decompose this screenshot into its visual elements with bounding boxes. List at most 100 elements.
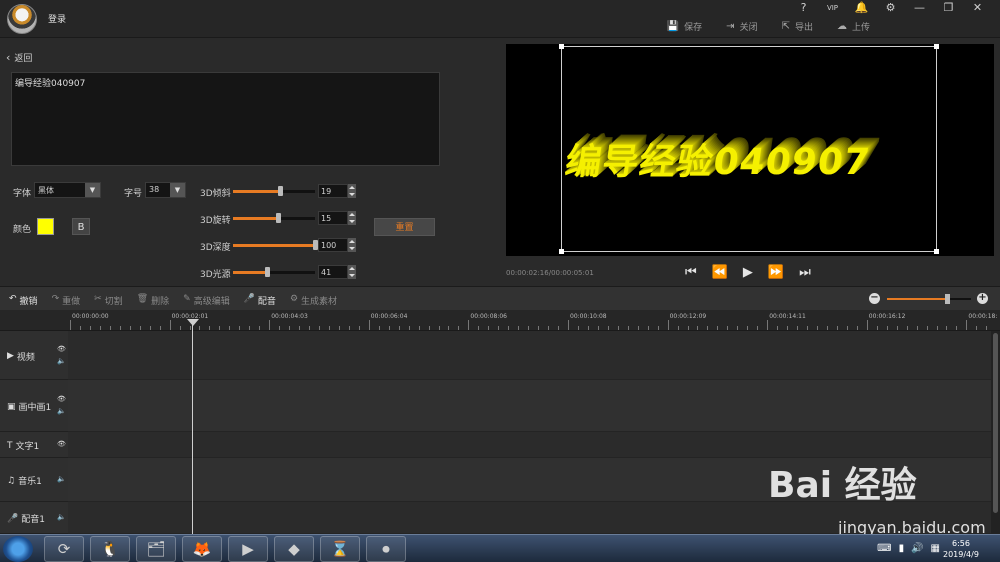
ruler-minor-tick xyxy=(309,326,311,330)
reset-button[interactable]: 重置 xyxy=(374,218,435,236)
track-header[interactable]: ▶ 视频 👁 🔈 xyxy=(0,331,68,380)
media-player-icon[interactable]: ▶ xyxy=(228,536,268,562)
track-header[interactable]: ▣ 画中画1 👁 🔈 xyxy=(0,380,68,432)
resize-handle[interactable] xyxy=(559,249,564,254)
playhead-line[interactable] xyxy=(192,319,193,534)
export-button[interactable]: ⇱ 导出 xyxy=(782,20,813,33)
zoom-in-button[interactable]: + xyxy=(977,293,988,304)
tool-voiceover[interactable]: 🎤 配音 xyxy=(244,294,276,307)
tool-advanced-edit[interactable]: ✎ 高级编辑 xyxy=(183,294,230,307)
speaker-icon[interactable]: 🔈 xyxy=(57,357,66,365)
volume-icon[interactable]: 🔊 xyxy=(911,543,923,554)
spinner-icon[interactable] xyxy=(348,211,356,225)
tool-undo[interactable]: ↶ 撤销 xyxy=(9,294,38,307)
zoom-knob[interactable] xyxy=(945,294,951,304)
track-header[interactable]: 🎤 配音1 🔈 xyxy=(0,502,68,534)
size-select[interactable]: 38 ▼ xyxy=(145,182,186,198)
qq-icon[interactable]: 🐧 xyxy=(90,536,130,562)
track-lane[interactable] xyxy=(68,380,991,432)
vip-icon[interactable]: VIP xyxy=(818,2,847,14)
tool-generate[interactable]: ⚙ 生成素材 xyxy=(290,294,337,307)
video-editor-icon[interactable]: ⌛ xyxy=(320,536,360,562)
save-icon: 💾 xyxy=(666,21,680,32)
slider-value[interactable]: 19 xyxy=(318,184,348,198)
resize-handle[interactable] xyxy=(934,249,939,254)
speaker-icon[interactable]: 🔈 xyxy=(57,513,66,521)
zoom-fill xyxy=(887,298,948,300)
minimize-icon[interactable]: — xyxy=(905,2,934,14)
slider-knob[interactable] xyxy=(277,186,283,196)
battery-icon[interactable]: ▮ xyxy=(899,543,905,554)
scrollbar-thumb[interactable] xyxy=(993,333,998,513)
sync-app-icon[interactable]: ⟳ xyxy=(44,536,84,562)
file-explorer-icon[interactable]: 🗂 xyxy=(136,536,176,562)
color-swatch[interactable] xyxy=(37,218,54,235)
save-button[interactable]: 💾 保存 xyxy=(667,20,702,33)
gear-icon[interactable]: ⚙ xyxy=(876,2,905,14)
spinner-icon[interactable] xyxy=(348,265,356,279)
track-lane[interactable] xyxy=(68,331,991,380)
play-icon[interactable]: ▶ xyxy=(743,265,753,280)
network-icon[interactable]: ▦ xyxy=(931,543,940,554)
timeline-scrollbar[interactable] xyxy=(991,331,1000,534)
track-lane[interactable] xyxy=(68,432,991,458)
firefox-icon[interactable]: 🦊 xyxy=(182,536,222,562)
resize-handle[interactable] xyxy=(934,44,939,49)
3d-slider[interactable] xyxy=(233,213,315,223)
eye-icon[interactable]: 👁 xyxy=(57,395,66,403)
time-ruler[interactable]: 00:00:00:00 00:00:02:01 00:00:04:03 00:00:0… xyxy=(0,310,1000,331)
font-select[interactable]: 黑体 ▼ xyxy=(34,182,101,198)
step-back-icon[interactable]: ⏪ xyxy=(712,265,728,280)
eye-icon[interactable]: 👁 xyxy=(57,345,66,353)
title-bar: 登录 ? VIP 🔔 ⚙ — ❐ ✕ 💾 保存 ⇥ 关闭 ⇱ 导出 ☁ 上传 xyxy=(0,0,1000,38)
slider-knob[interactable] xyxy=(276,213,282,223)
app-icon[interactable]: ◆ xyxy=(274,536,314,562)
video-preview[interactable]: 编导经验040907 xyxy=(506,44,994,256)
eye-icon[interactable]: 👁 xyxy=(57,440,66,448)
zoom-out-button[interactable]: − xyxy=(869,293,880,304)
restore-icon[interactable]: ❐ xyxy=(934,2,963,14)
tool-redo[interactable]: ↷ 重做 xyxy=(52,294,81,307)
playhead-marker[interactable] xyxy=(187,319,199,326)
speaker-icon[interactable]: 🔈 xyxy=(57,475,66,483)
zoom-slider[interactable] xyxy=(887,294,971,304)
help-icon[interactable]: ? xyxy=(789,2,818,14)
spinner-icon[interactable] xyxy=(348,238,356,252)
step-forward-icon[interactable]: ⏩ xyxy=(768,265,784,280)
close-button[interactable]: ⇥ 关闭 xyxy=(726,20,757,33)
back-button[interactable]: ‹ 返回 xyxy=(6,51,32,64)
upload-button[interactable]: ☁ 上传 xyxy=(837,20,870,33)
recorder-icon[interactable]: ⏺ xyxy=(366,536,406,562)
skip-start-icon[interactable]: ⏮ xyxy=(685,265,697,280)
tool-cut[interactable]: ✂ 切割 xyxy=(94,294,123,307)
ruler-label: 00:00:18: xyxy=(968,313,998,320)
3d-slider[interactable] xyxy=(233,186,315,196)
spinner-icon[interactable] xyxy=(348,184,356,198)
slider-value[interactable]: 41 xyxy=(318,265,348,279)
title-text-input[interactable]: 编导经验040907 xyxy=(11,72,440,166)
skip-end-icon[interactable]: ⏭ xyxy=(799,265,811,280)
track-header[interactable]: ♫ 音乐1 🔈 xyxy=(0,458,68,502)
3d-slider[interactable] xyxy=(233,240,318,250)
resize-handle[interactable] xyxy=(559,44,564,49)
bold-button[interactable]: B xyxy=(72,218,90,235)
clock[interactable]: 6:56 2019/4/9 xyxy=(943,538,979,560)
3d-slider[interactable] xyxy=(233,267,315,277)
close-icon[interactable]: ✕ xyxy=(963,2,992,14)
ruler-label: 00:00:08:06 xyxy=(470,313,507,320)
login-link[interactable]: 登录 xyxy=(48,12,66,25)
ruler-minor-tick xyxy=(408,326,410,330)
speaker-icon[interactable]: 🔈 xyxy=(57,407,66,415)
ruler-minor-tick xyxy=(538,326,540,330)
selection-frame[interactable]: 编导经验040907 xyxy=(559,44,939,254)
keyboard-icon[interactable]: ⌨ xyxy=(877,543,891,554)
slider-value[interactable]: 15 xyxy=(318,211,348,225)
track-header[interactable]: T 文字1 👁 xyxy=(0,432,68,458)
app-logo[interactable] xyxy=(7,4,37,34)
slider-value[interactable]: 100 xyxy=(318,238,348,252)
start-button[interactable] xyxy=(3,536,33,562)
ruler-minor-tick xyxy=(986,326,988,330)
bell-icon[interactable]: 🔔 xyxy=(847,2,876,14)
slider-knob[interactable] xyxy=(265,267,271,277)
tool-delete[interactable]: 🗑 删除 xyxy=(137,294,169,307)
